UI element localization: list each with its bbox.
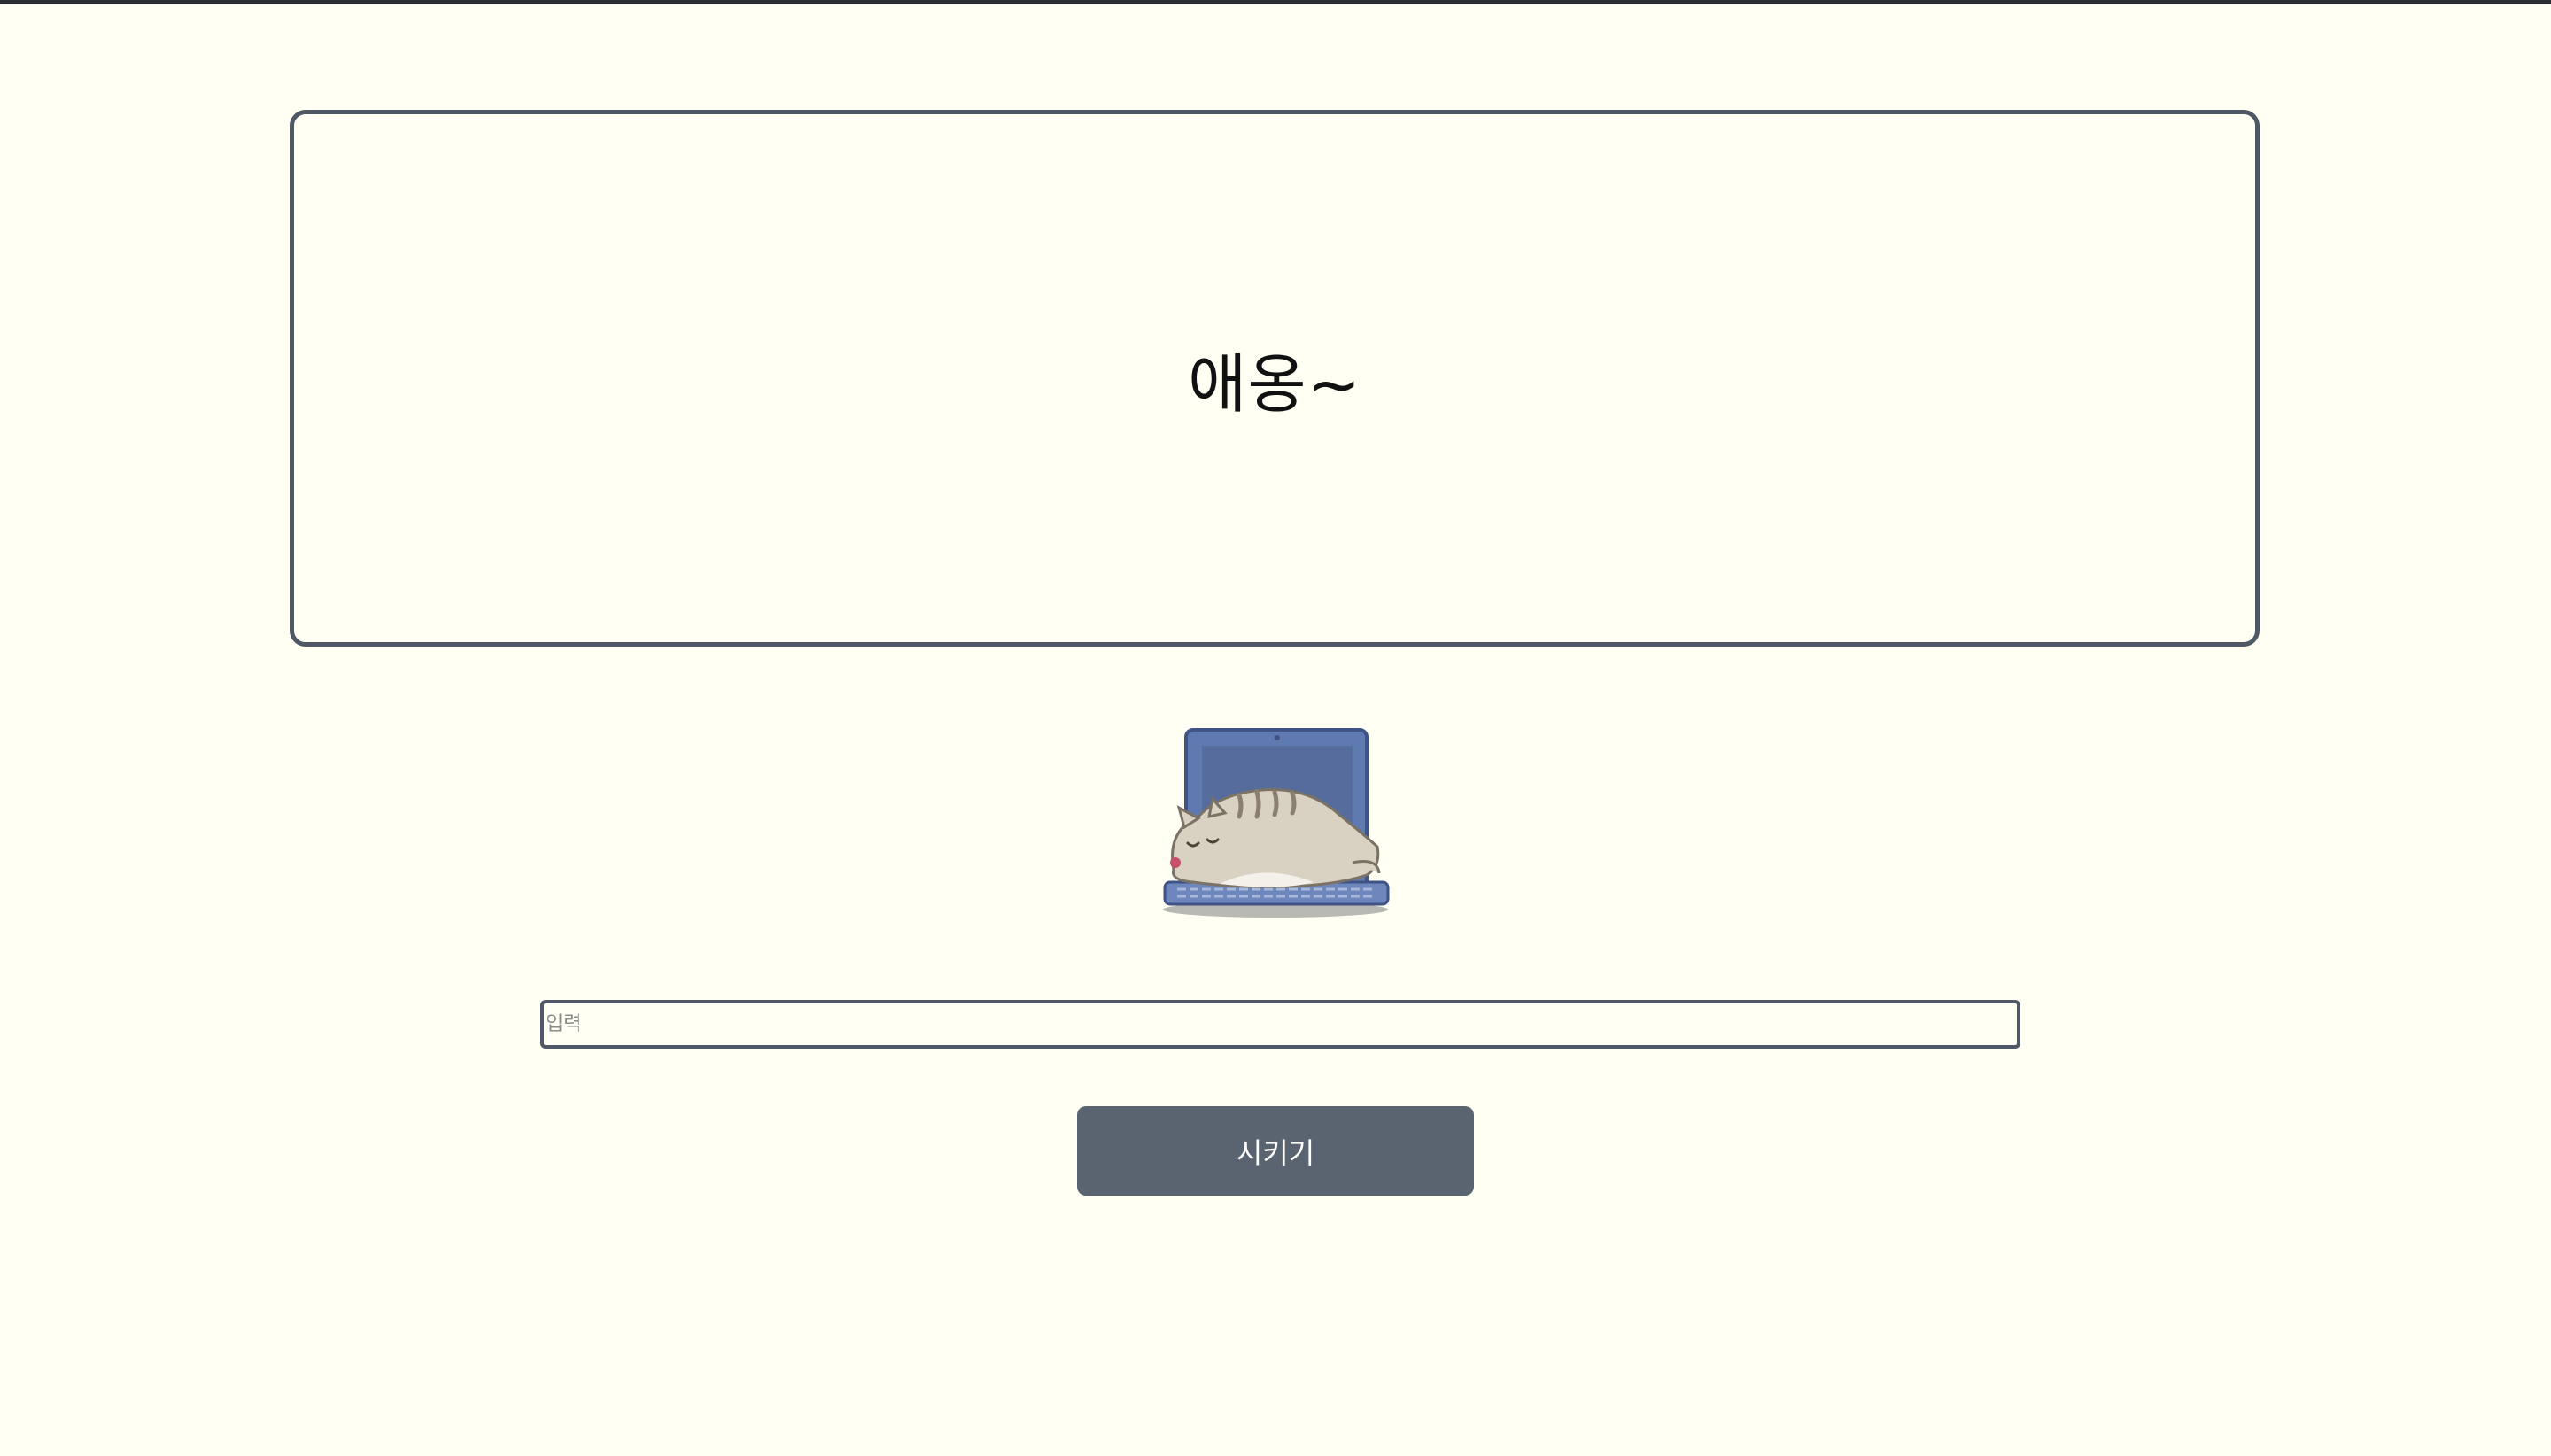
message-display-box: 애옹~ bbox=[290, 110, 2260, 647]
sleeping-cat-on-laptop-icon bbox=[1158, 724, 1393, 919]
submit-button-label: 시키기 bbox=[1236, 1135, 1315, 1170]
message-text: 애옹~ bbox=[1188, 346, 1361, 422]
command-input[interactable] bbox=[540, 1000, 2020, 1049]
top-border-line bbox=[0, 0, 2551, 4]
submit-button[interactable]: 시키기 bbox=[1077, 1106, 1474, 1196]
